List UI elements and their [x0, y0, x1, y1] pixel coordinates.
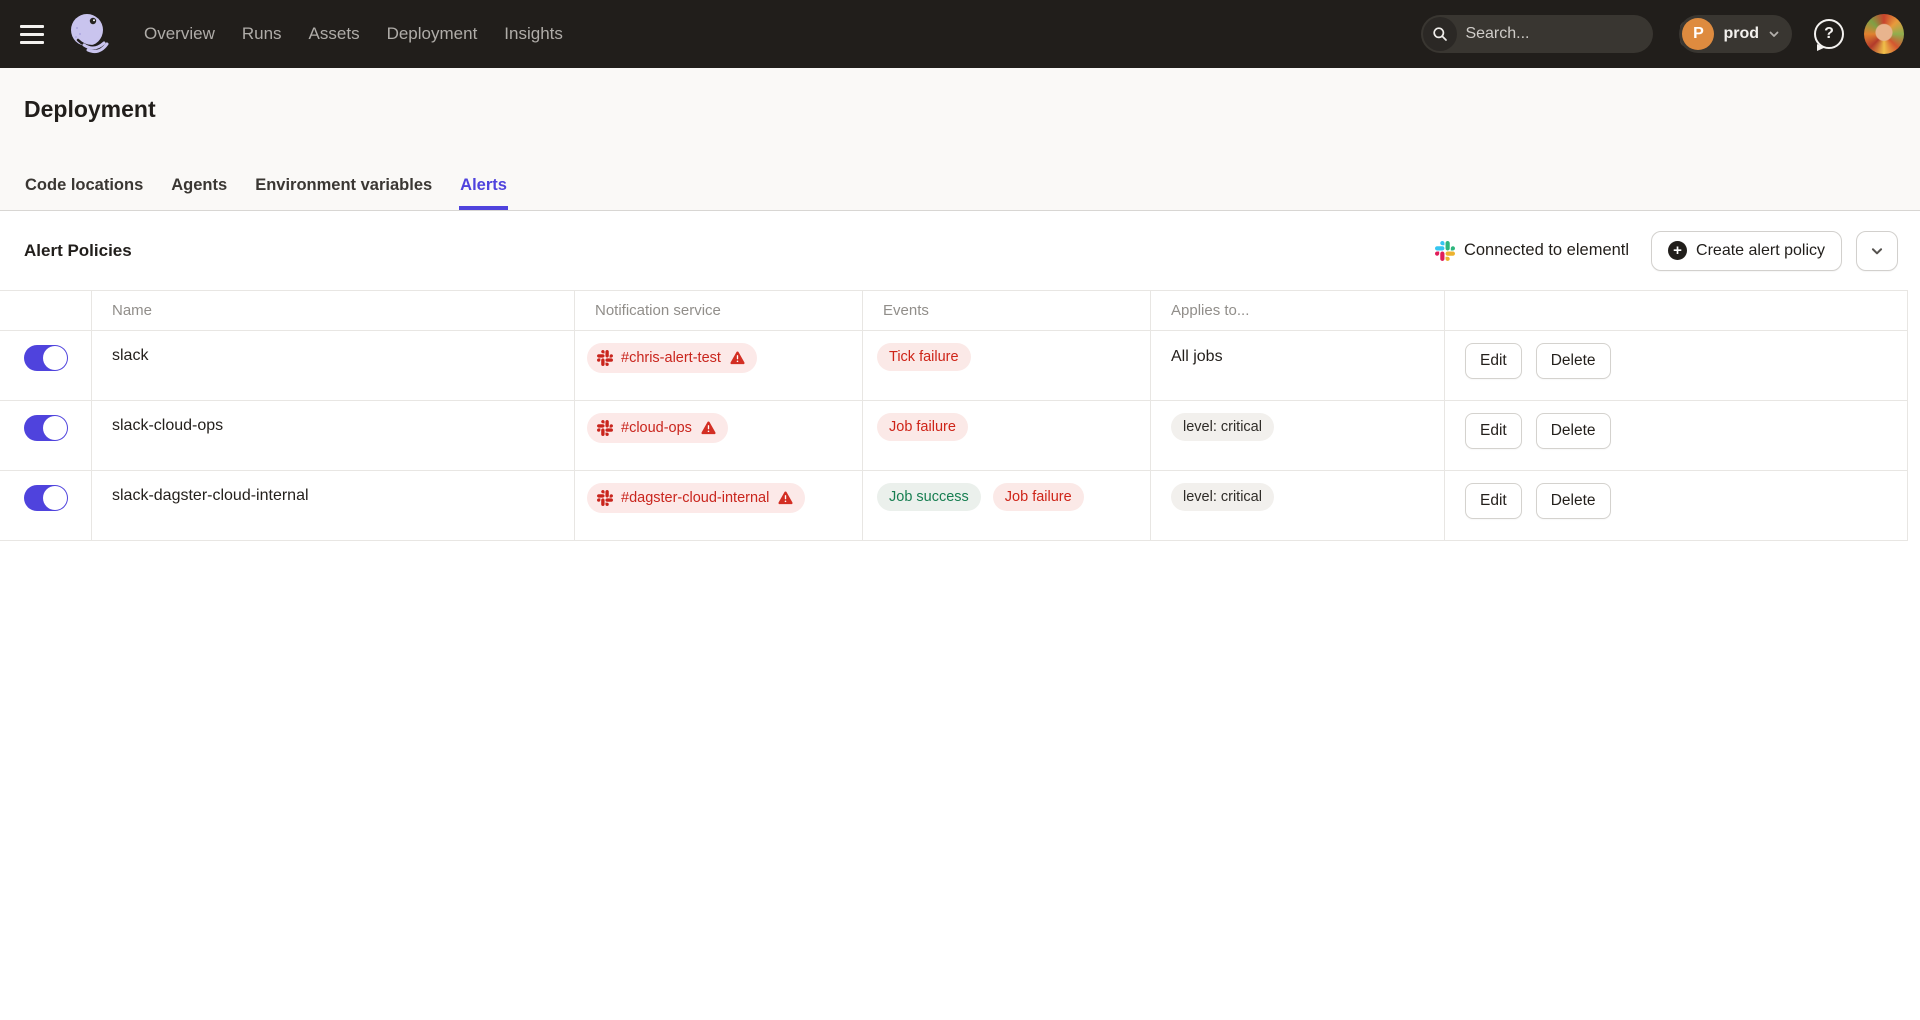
deployment-name: prod [1723, 25, 1759, 43]
create-alert-policy-button[interactable]: + Create alert policy [1651, 231, 1842, 271]
nav-item-runs[interactable]: Runs [242, 24, 282, 44]
policy-enabled-toggle[interactable] [24, 415, 68, 441]
table-row: slack-cloud-ops #cloud-ops Job failure l… [0, 401, 1907, 471]
column-header-events: Events [863, 291, 1151, 330]
search-icon [1423, 17, 1457, 51]
delete-button[interactable]: Delete [1536, 413, 1611, 449]
tab-environment-variables[interactable]: Environment variables [254, 176, 433, 210]
search-input[interactable] [1457, 25, 1680, 43]
column-header-name: Name [92, 291, 575, 330]
column-header-notification-service: Notification service [575, 291, 863, 330]
event-badge: Tick failure [877, 343, 971, 371]
notification-channel-badge: #dagster-cloud-internal [587, 483, 805, 513]
notification-channel-badge: #chris-alert-test [587, 343, 757, 373]
section-heading: Alert Policies [24, 241, 132, 261]
plus-icon: + [1668, 241, 1687, 260]
chevron-down-icon [1870, 244, 1884, 258]
create-policy-menu-button[interactable] [1856, 231, 1898, 271]
policy-enabled-toggle[interactable] [24, 485, 68, 511]
table-row: slack-dagster-cloud-internal #dagster-cl… [0, 471, 1907, 541]
edit-button[interactable]: Edit [1465, 483, 1522, 519]
edit-button[interactable]: Edit [1465, 413, 1522, 449]
primary-nav: Overview Runs Assets Deployment Insights [144, 24, 563, 44]
alert-policies-table: Name Notification service Events Applies… [0, 290, 1908, 541]
page-title: Deployment [24, 68, 1896, 123]
hamburger-menu-icon[interactable] [20, 20, 48, 48]
warning-icon [777, 490, 794, 507]
policy-name: slack-cloud-ops [112, 413, 223, 439]
warning-icon [700, 420, 717, 437]
table-header-row: Name Notification service Events Applies… [0, 291, 1907, 331]
nav-item-deployment[interactable]: Deployment [387, 24, 478, 44]
alert-policies-toolbar: Alert Policies Connected to elementl + C… [0, 211, 1920, 290]
warning-icon [729, 350, 746, 367]
policy-enabled-toggle[interactable] [24, 345, 68, 371]
nav-item-overview[interactable]: Overview [144, 24, 215, 44]
tab-alerts[interactable]: Alerts [459, 176, 508, 210]
slack-icon [1435, 241, 1455, 261]
table-row: slack #chris-alert-test Tick failure All… [0, 331, 1907, 401]
user-avatar[interactable] [1864, 14, 1904, 54]
slack-icon [597, 490, 613, 506]
top-nav-bar: Overview Runs Assets Deployment Insights… [0, 0, 1920, 68]
tab-agents[interactable]: Agents [170, 176, 228, 210]
chevron-down-icon [1768, 28, 1780, 40]
help-icon[interactable]: ? [1814, 19, 1844, 49]
applies-to-value: level: critical [1171, 413, 1274, 441]
tab-code-locations[interactable]: Code locations [24, 176, 144, 210]
deployment-initial-badge: P [1682, 18, 1714, 50]
delete-button[interactable]: Delete [1536, 343, 1611, 379]
policy-name: slack [112, 343, 148, 369]
applies-to-value: All jobs [1171, 343, 1223, 371]
delete-button[interactable]: Delete [1536, 483, 1611, 519]
event-badge: Job failure [993, 483, 1084, 511]
deployment-switcher[interactable]: P prod [1679, 15, 1792, 53]
nav-item-assets[interactable]: Assets [309, 24, 360, 44]
column-header-applies-to: Applies to... [1151, 291, 1445, 330]
slack-connection-status: Connected to elementl [1435, 241, 1629, 261]
dagster-logo-icon[interactable] [66, 10, 114, 58]
connection-status-text: Connected to elementl [1464, 241, 1629, 260]
policy-name: slack-dagster-cloud-internal [112, 483, 309, 509]
slack-icon [597, 420, 613, 436]
nav-item-insights[interactable]: Insights [504, 24, 563, 44]
applies-to-value: level: critical [1171, 483, 1274, 511]
edit-button[interactable]: Edit [1465, 343, 1522, 379]
event-badge: Job failure [877, 413, 968, 441]
tab-bar: Code locations Agents Environment variab… [24, 176, 1896, 210]
notification-channel-badge: #cloud-ops [587, 413, 728, 443]
search-box[interactable]: / [1421, 15, 1653, 53]
slack-icon [597, 350, 613, 366]
page-header: Deployment Code locations Agents Environ… [0, 68, 1920, 211]
event-badge: Job success [877, 483, 981, 511]
